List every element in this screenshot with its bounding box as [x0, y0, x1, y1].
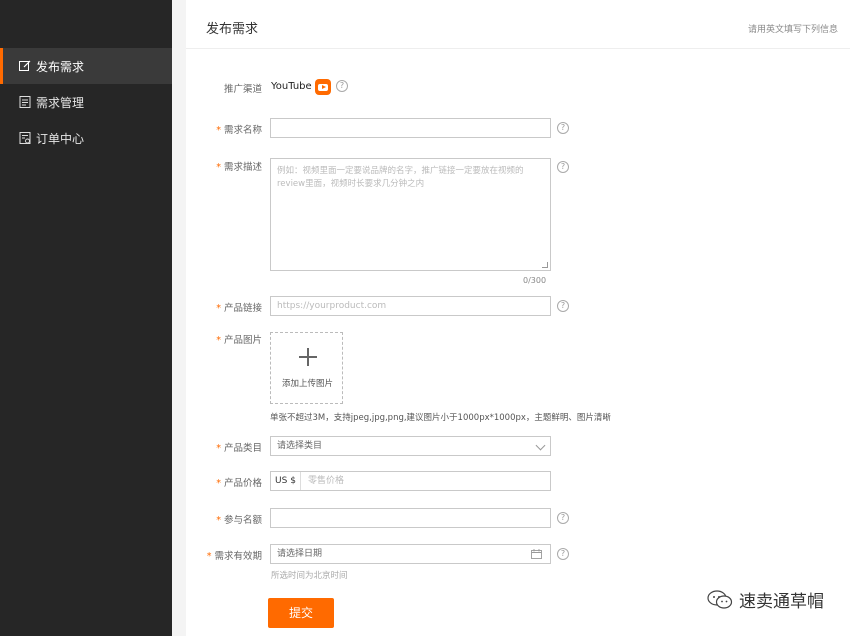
link-label: * 产品链接: [216, 303, 262, 314]
category-label: * 产品类目: [216, 443, 262, 454]
char-counter: 0/300: [523, 276, 547, 285]
edit-icon: [19, 60, 31, 72]
help-icon[interactable]: ?: [557, 300, 569, 312]
description-label: * 需求描述: [216, 162, 262, 173]
channel-value: YouTube: [271, 81, 312, 92]
help-icon[interactable]: ?: [557, 548, 569, 560]
quota-input[interactable]: [270, 508, 551, 528]
youtube-icon: [315, 79, 331, 95]
name-label: * 需求名称: [216, 125, 262, 136]
image-upload-button[interactable]: 添加上传图片: [270, 332, 343, 404]
sidebar: 发布需求 需求管理 订单中心: [0, 0, 172, 636]
price-placeholder: 零售价格: [308, 476, 345, 486]
upload-label: 添加上传图片: [281, 379, 333, 389]
name-input[interactable]: [270, 118, 551, 138]
sidebar-item-demand-management[interactable]: 需求管理: [0, 84, 172, 120]
date-picker-input[interactable]: 请选择日期: [270, 544, 551, 564]
price-label: * 产品价格: [216, 478, 262, 489]
help-icon[interactable]: ?: [557, 161, 569, 173]
validity-label: * 需求有效期: [206, 551, 262, 562]
price-input[interactable]: US $ 零售价格: [270, 471, 551, 491]
sidebar-item-publish-demand[interactable]: 发布需求: [0, 48, 172, 84]
plus-icon: [299, 348, 317, 366]
divider: [186, 48, 850, 49]
resize-handle[interactable]: [542, 262, 548, 268]
document-icon: [19, 96, 31, 108]
submit-button[interactable]: 提交: [268, 598, 334, 628]
quota-label: * 参与名额: [216, 515, 262, 526]
category-select[interactable]: 请选择类目: [270, 436, 551, 456]
channel-label: 推广渠道: [223, 84, 262, 95]
calendar-icon: [531, 549, 542, 559]
help-icon[interactable]: ?: [336, 80, 348, 92]
watermark-text: 速卖通草帽: [739, 592, 824, 612]
help-icon[interactable]: ?: [557, 122, 569, 134]
currency-prefix: US $: [271, 472, 301, 490]
wechat-icon: [707, 589, 733, 609]
description-placeholder: 例如：视频里面一定要说品牌的名字，推广链接一定要放在视频的review里面，视频…: [277, 166, 524, 189]
timezone-note: 所选时间为北京时间: [271, 571, 348, 581]
orders-icon: [19, 132, 31, 144]
page-hint: 请用英文填写下列信息: [747, 25, 838, 35]
sidebar-item-label: 需求管理: [36, 95, 85, 110]
watermark: 速卖通草帽: [707, 587, 824, 612]
link-input[interactable]: https://yourproduct.com: [270, 296, 551, 316]
sidebar-item-label: 订单中心: [36, 131, 85, 146]
main-panel: 发布需求 请用英文填写下列信息 推广渠道 YouTube ? * 需求名称 ? *…: [186, 0, 850, 636]
description-textarea[interactable]: 例如：视频里面一定要说品牌的名字，推广链接一定要放在视频的review里面，视频…: [270, 158, 551, 271]
sidebar-item-order-center[interactable]: 订单中心: [0, 120, 172, 156]
help-icon[interactable]: ?: [557, 512, 569, 524]
page-title: 发布需求: [206, 22, 259, 37]
sidebar-item-label: 发布需求: [36, 59, 85, 74]
chevron-down-icon: [535, 440, 546, 451]
upload-note: 单张不超过3M，支持jpeg,jpg,png,建议图片小于1000px*1000…: [270, 413, 611, 423]
image-label: * 产品图片: [216, 335, 262, 346]
